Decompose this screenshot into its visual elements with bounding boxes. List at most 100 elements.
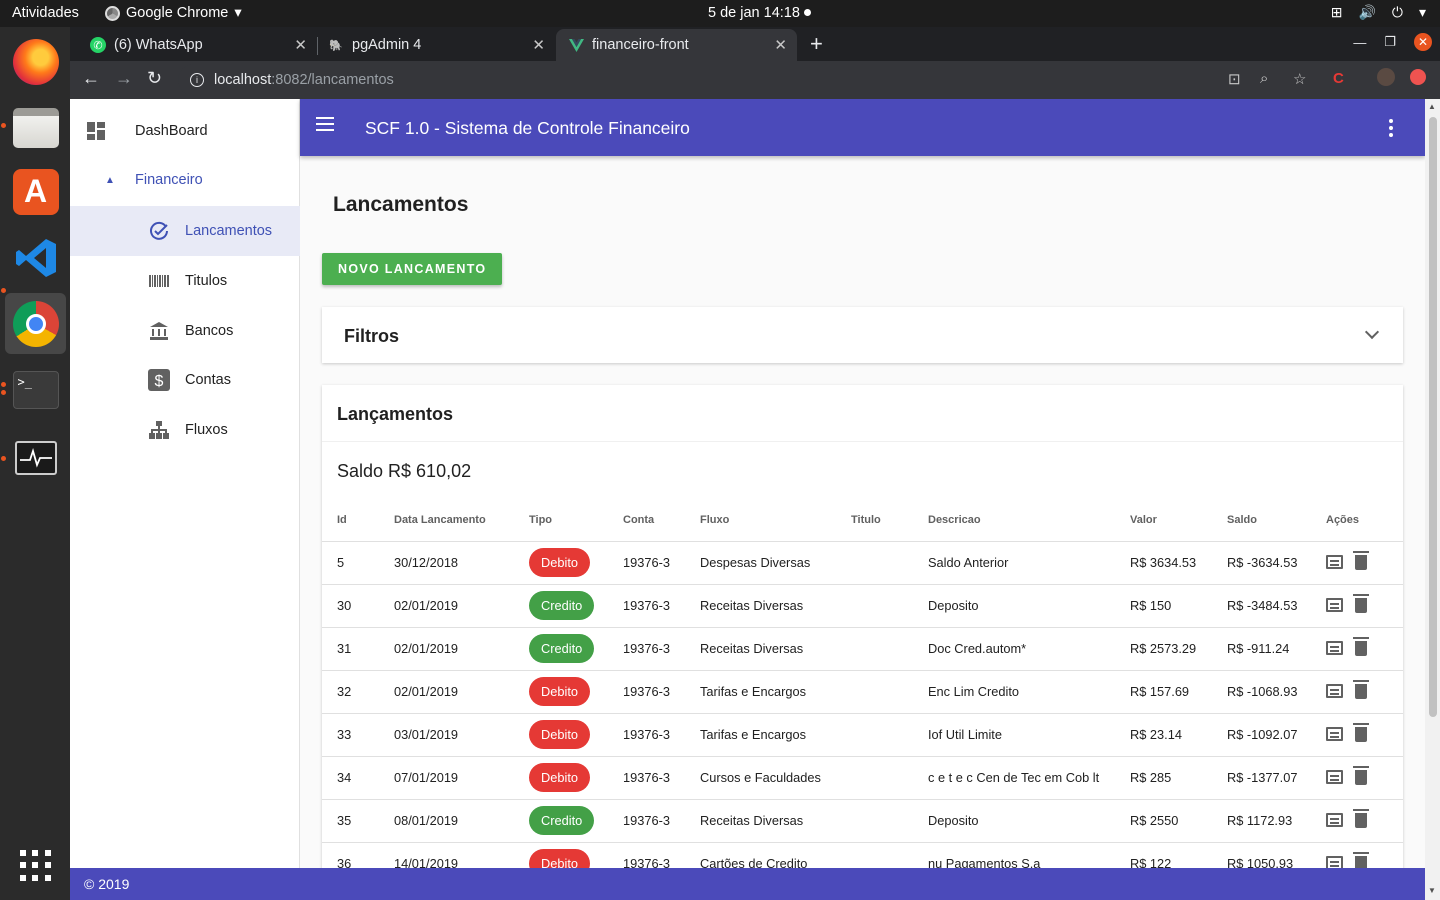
dock-vscode[interactable] xyxy=(5,227,66,288)
tab-label: pgAdmin 4 xyxy=(352,37,422,53)
chrome-window: ✆ (6) WhatsApp ✕ 🐘 pgAdmin 4 ✕ financeir… xyxy=(70,27,1440,900)
close-icon[interactable]: ✕ xyxy=(774,36,787,54)
edit-icon[interactable] xyxy=(1326,726,1343,741)
scroll-down-icon[interactable]: ▼ xyxy=(1428,886,1436,895)
cell-descricao: Deposito xyxy=(928,584,1130,628)
delete-icon[interactable] xyxy=(1353,594,1369,614)
close-icon[interactable]: ✕ xyxy=(294,36,307,54)
cell-titulo xyxy=(851,670,928,714)
edit-icon[interactable] xyxy=(1326,554,1343,569)
expand-arrow-icon: ▲ xyxy=(105,174,115,186)
back-icon[interactable]: ← xyxy=(82,68,100,89)
minimize-icon[interactable]: — xyxy=(1353,35,1366,50)
close-window-icon[interactable]: ✕ xyxy=(1414,33,1432,51)
chevron-down-icon[interactable] xyxy=(1364,324,1380,340)
dock-chrome[interactable] xyxy=(5,293,66,354)
delete-icon[interactable] xyxy=(1353,809,1369,829)
edit-icon[interactable] xyxy=(1326,640,1343,655)
delete-icon[interactable] xyxy=(1353,852,1369,868)
more-vert-icon[interactable] xyxy=(1389,119,1393,140)
cell-valor: R$ 2550 xyxy=(1130,799,1227,843)
cell-saldo: R$ -3484.53 xyxy=(1227,584,1326,628)
app-toolbar: SCF 1.0 - Sistema de Controle Financeiro xyxy=(300,99,1425,156)
new-tab-button[interactable]: + xyxy=(810,31,823,57)
menu-icon[interactable] xyxy=(316,117,334,131)
cell-titulo xyxy=(851,713,928,757)
edit-icon[interactable] xyxy=(1326,683,1343,698)
cell-data: 07/01/2019 xyxy=(394,756,529,800)
edit-icon[interactable] xyxy=(1326,812,1343,827)
dock-firefox[interactable] xyxy=(5,31,66,92)
app-menu-label: Google Chrome xyxy=(126,5,229,21)
sidebar-item-contas[interactable]: $ Contas xyxy=(70,355,300,405)
translate-icon[interactable]: ⊡ xyxy=(1228,70,1241,88)
system-tray[interactable]: ⊞ 🔊 ⏻ ▾ xyxy=(1331,4,1426,21)
row-actions xyxy=(1326,809,1369,829)
extension-icon[interactable]: C xyxy=(1333,70,1344,87)
bank-icon xyxy=(147,319,171,343)
delete-icon[interactable] xyxy=(1353,637,1369,657)
cell-data: 14/01/2019 xyxy=(394,842,529,868)
column-header[interactable]: Titulo xyxy=(851,499,928,542)
show-applications-button[interactable] xyxy=(5,835,66,896)
sidebar-item-lancamentos[interactable]: Lancamentos xyxy=(70,206,300,256)
dock: A >_ xyxy=(0,27,70,900)
scrollbar-thumb[interactable] xyxy=(1429,117,1437,717)
tab-whatsapp[interactable]: ✆ (6) WhatsApp ✕ xyxy=(70,29,317,61)
dock-files[interactable] xyxy=(5,97,66,158)
cell-acoes xyxy=(1326,670,1403,714)
column-header[interactable]: Valor xyxy=(1130,499,1227,542)
edit-icon[interactable] xyxy=(1326,855,1343,868)
column-header[interactable]: Conta xyxy=(623,499,700,542)
close-icon[interactable]: ✕ xyxy=(532,36,545,54)
delete-icon[interactable] xyxy=(1353,551,1369,571)
app-menu[interactable]: Google Chrome ▾ xyxy=(105,5,242,21)
sidebar-item-bancos[interactable]: Bancos xyxy=(70,306,300,356)
column-header[interactable]: Data Lancamento xyxy=(394,499,529,542)
delete-icon[interactable] xyxy=(1353,723,1369,743)
sidebar-item-fluxos[interactable]: Fluxos xyxy=(70,405,300,455)
filters-title: Filtros xyxy=(344,326,400,346)
tab-label: financeiro-front xyxy=(592,37,689,53)
edit-icon[interactable] xyxy=(1326,597,1343,612)
delete-icon[interactable] xyxy=(1353,766,1369,786)
novo-lancamento-button[interactable]: NOVO LANCAMENTO xyxy=(322,253,503,285)
column-header[interactable]: Fluxo xyxy=(700,499,851,542)
tab-financeiro-front[interactable]: financeiro-front ✕ xyxy=(556,29,797,61)
volume-icon: 🔊 xyxy=(1358,4,1376,20)
column-header[interactable]: Descricao xyxy=(928,499,1130,542)
maximize-icon[interactable]: ❐ xyxy=(1384,34,1396,50)
zoom-icon[interactable]: ⌕ xyxy=(1260,70,1268,87)
page-scrollbar[interactable]: ▲ ▼ xyxy=(1425,99,1440,900)
activities-button[interactable]: Atividades xyxy=(12,5,79,21)
check-circle-icon xyxy=(147,219,171,243)
bookmark-star-icon[interactable]: ☆ xyxy=(1293,70,1306,88)
dashboard-icon xyxy=(84,119,108,143)
delete-icon[interactable] xyxy=(1353,680,1369,700)
reload-icon[interactable]: ↻ xyxy=(147,68,162,89)
update-icon[interactable] xyxy=(1410,69,1426,85)
dock-system-monitor[interactable] xyxy=(5,427,66,488)
column-header[interactable]: Tipo xyxy=(529,499,623,542)
filters-panel[interactable]: Filtros xyxy=(322,307,1403,363)
profile-avatar[interactable] xyxy=(1377,68,1395,86)
dollar-icon: $ xyxy=(147,368,171,392)
site-info-icon[interactable]: i xyxy=(190,73,204,87)
tab-pgadmin[interactable]: 🐘 pgAdmin 4 ✕ xyxy=(318,29,555,61)
forward-icon[interactable]: → xyxy=(115,68,133,89)
edit-icon[interactable] xyxy=(1326,769,1343,784)
cell-fluxo: Tarifas e Encargos xyxy=(700,713,851,757)
saldo-total: Saldo R$ 610,02 xyxy=(337,461,472,481)
sidebar-item-titulos[interactable]: Titulos xyxy=(70,256,300,306)
row-actions xyxy=(1326,852,1369,868)
sidebar-group-financeiro[interactable]: ▲ Financeiro xyxy=(70,155,300,205)
scroll-up-icon[interactable]: ▲ xyxy=(1428,102,1436,111)
terminal-icon: >_ xyxy=(12,370,59,409)
dock-software[interactable]: A xyxy=(5,161,66,222)
dock-terminal[interactable]: >_ xyxy=(5,359,66,420)
column-header[interactable]: Saldo xyxy=(1227,499,1326,542)
column-header[interactable]: Id xyxy=(322,499,394,542)
table-row: 31 02/01/2019 Credito 19376-3 Receitas Diver… xyxy=(322,627,1403,671)
sidebar-item-dashboard[interactable]: DashBoard xyxy=(70,106,300,156)
clock[interactable]: 5 de jan 14:18 xyxy=(708,5,811,21)
